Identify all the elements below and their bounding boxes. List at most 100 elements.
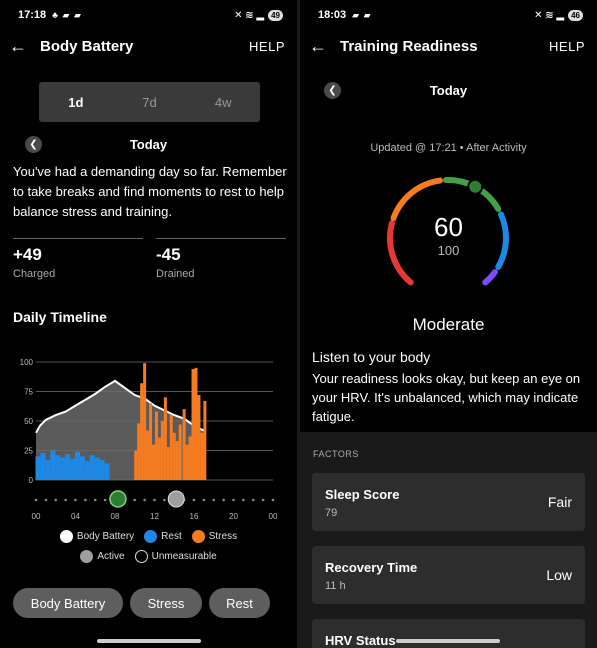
timeline-dot [44, 498, 48, 502]
x-tick-label: 16 [190, 512, 199, 521]
legend-active: Active [80, 550, 125, 563]
stress-bar [146, 430, 150, 480]
factor-title: HRV Status [325, 633, 396, 648]
timeline-dot [84, 498, 87, 502]
white-dot-icon [59, 530, 73, 543]
rest-pill[interactable]: Rest [209, 588, 270, 618]
status-bar: 17:18 ♣ ▰ ▰ ✕ ≋ ▂ 49 [0, 0, 297, 30]
gauge-segment [482, 269, 498, 286]
timeline-dot [143, 498, 146, 502]
previous-day-chevron-icon[interactable]: ❮ [25, 135, 42, 153]
body-battery-pill[interactable]: Body Battery [13, 588, 123, 618]
signal-icons: ✕ ≋ ▂ [534, 9, 565, 21]
timeline-dot [202, 498, 206, 502]
gesture-handle[interactable] [396, 639, 500, 643]
gesture-handle[interactable] [97, 639, 201, 643]
factor-card-hrv-status[interactable]: HRV Status [312, 619, 585, 648]
stress-pill[interactable]: Stress [130, 588, 202, 618]
timeline-dot [153, 498, 156, 502]
rest-bar [55, 455, 61, 480]
rest-bar [35, 456, 41, 480]
legend-label: Active [97, 551, 125, 562]
timeline-dot [54, 498, 58, 502]
factor-card-recovery-time[interactable]: Recovery Time 11 h Low [312, 546, 585, 604]
gray-dot-icon [80, 550, 94, 563]
rest-bar [99, 459, 105, 480]
y-tick-label: 0 [29, 476, 34, 485]
stress-bar [154, 411, 158, 480]
timeline-dot [163, 498, 166, 502]
rest-bar [40, 452, 46, 480]
rest-bar [74, 451, 80, 480]
legend-row-2: Active Unmeasurable [0, 550, 297, 563]
timeline-dot [271, 498, 275, 502]
rest-bar [89, 455, 95, 480]
readiness-score: 60 [434, 212, 463, 242]
page-title: Training Readiness [340, 37, 478, 55]
rest-bar [50, 450, 56, 480]
stress-bar [152, 444, 156, 480]
legend-label: Body Battery [76, 531, 135, 542]
tab-7d[interactable]: 7d [113, 82, 187, 122]
stress-bar [166, 446, 170, 480]
rest-bar [104, 463, 110, 480]
factor-title: Sleep Score [325, 487, 400, 502]
back-arrow-icon[interactable]: ← [9, 36, 29, 57]
tab-4w[interactable]: 4w [186, 82, 260, 122]
rest-bar [70, 458, 76, 480]
x-tick-label: 12 [150, 512, 159, 521]
factor-sub: 11 h [325, 580, 346, 592]
body-battery-screen: 17:18 ♣ ▰ ▰ ✕ ≋ ▂ 49 ← Body Battery HELP… [0, 0, 297, 648]
x-tick-label: 00 [32, 512, 41, 521]
drained-value: -45 [156, 245, 181, 264]
notification-icons: ▰ ▰ [352, 9, 372, 20]
stress-bar [134, 450, 138, 480]
timeline-dot [212, 498, 216, 502]
stress-bar [175, 441, 179, 480]
stress-bar [203, 400, 207, 480]
rest-bar [84, 461, 90, 480]
back-arrow-icon[interactable]: ← [309, 36, 329, 57]
tab-1d[interactable]: 1d [39, 82, 113, 122]
readiness-max: 100 [437, 243, 460, 258]
timeline-dot [93, 498, 97, 502]
timeline-dot [34, 498, 38, 502]
daily-timeline-chart[interactable]: 0 25 50 75 100 00 04 08 12 16 20 00 [0, 352, 297, 524]
help-button[interactable]: HELP [549, 39, 585, 54]
advice-heading: Listen to your body [312, 349, 431, 365]
previous-day-chevron-icon[interactable]: ❮ [324, 81, 341, 99]
timeline-dot [242, 498, 245, 502]
timeline-dot [232, 498, 235, 502]
stress-bar [182, 409, 186, 480]
stress-bar [172, 432, 176, 480]
legend-body-battery: Body Battery [59, 530, 135, 543]
factor-card-sleep-score[interactable]: Sleep Score 79 Fair [312, 473, 585, 531]
x-tick-label: 08 [111, 512, 120, 521]
charge-stats: +49 Charged -45 Drained [13, 238, 286, 286]
status-bar: 18:03 ▰ ▰ ✕ ≋ ▂ 46 [300, 0, 597, 30]
drained-label: Drained [156, 268, 195, 280]
legend-label: Rest [161, 531, 182, 542]
signal-icons: ✕ ≋ ▂ [234, 9, 265, 21]
factor-sub: 79 [325, 507, 338, 519]
notification-icons: ♣ ▰ ▰ [52, 9, 82, 20]
timeline-dot [74, 498, 77, 502]
legend-label: Stress [208, 531, 238, 542]
gauge-marker [467, 178, 484, 195]
timeline-dot [103, 498, 107, 502]
factors-header: FACTORS [313, 449, 359, 459]
stress-bar [188, 436, 192, 480]
help-button[interactable]: HELP [249, 39, 285, 54]
orange-dot-icon [191, 530, 205, 543]
stress-bar [194, 367, 198, 480]
battery-icon: 46 [568, 9, 583, 21]
legend-label: Unmeasurable [151, 551, 217, 562]
timeline-dot [261, 498, 265, 502]
charged-value: +49 [13, 245, 42, 264]
status-time: 18:03 [318, 9, 347, 21]
stress-bar [140, 383, 144, 480]
timeline-dot [251, 498, 255, 502]
legend-row-1: Body Battery Rest Stress [0, 530, 297, 543]
factor-value: Fair [547, 494, 572, 510]
app-bar: ← Training Readiness HELP [300, 30, 597, 62]
